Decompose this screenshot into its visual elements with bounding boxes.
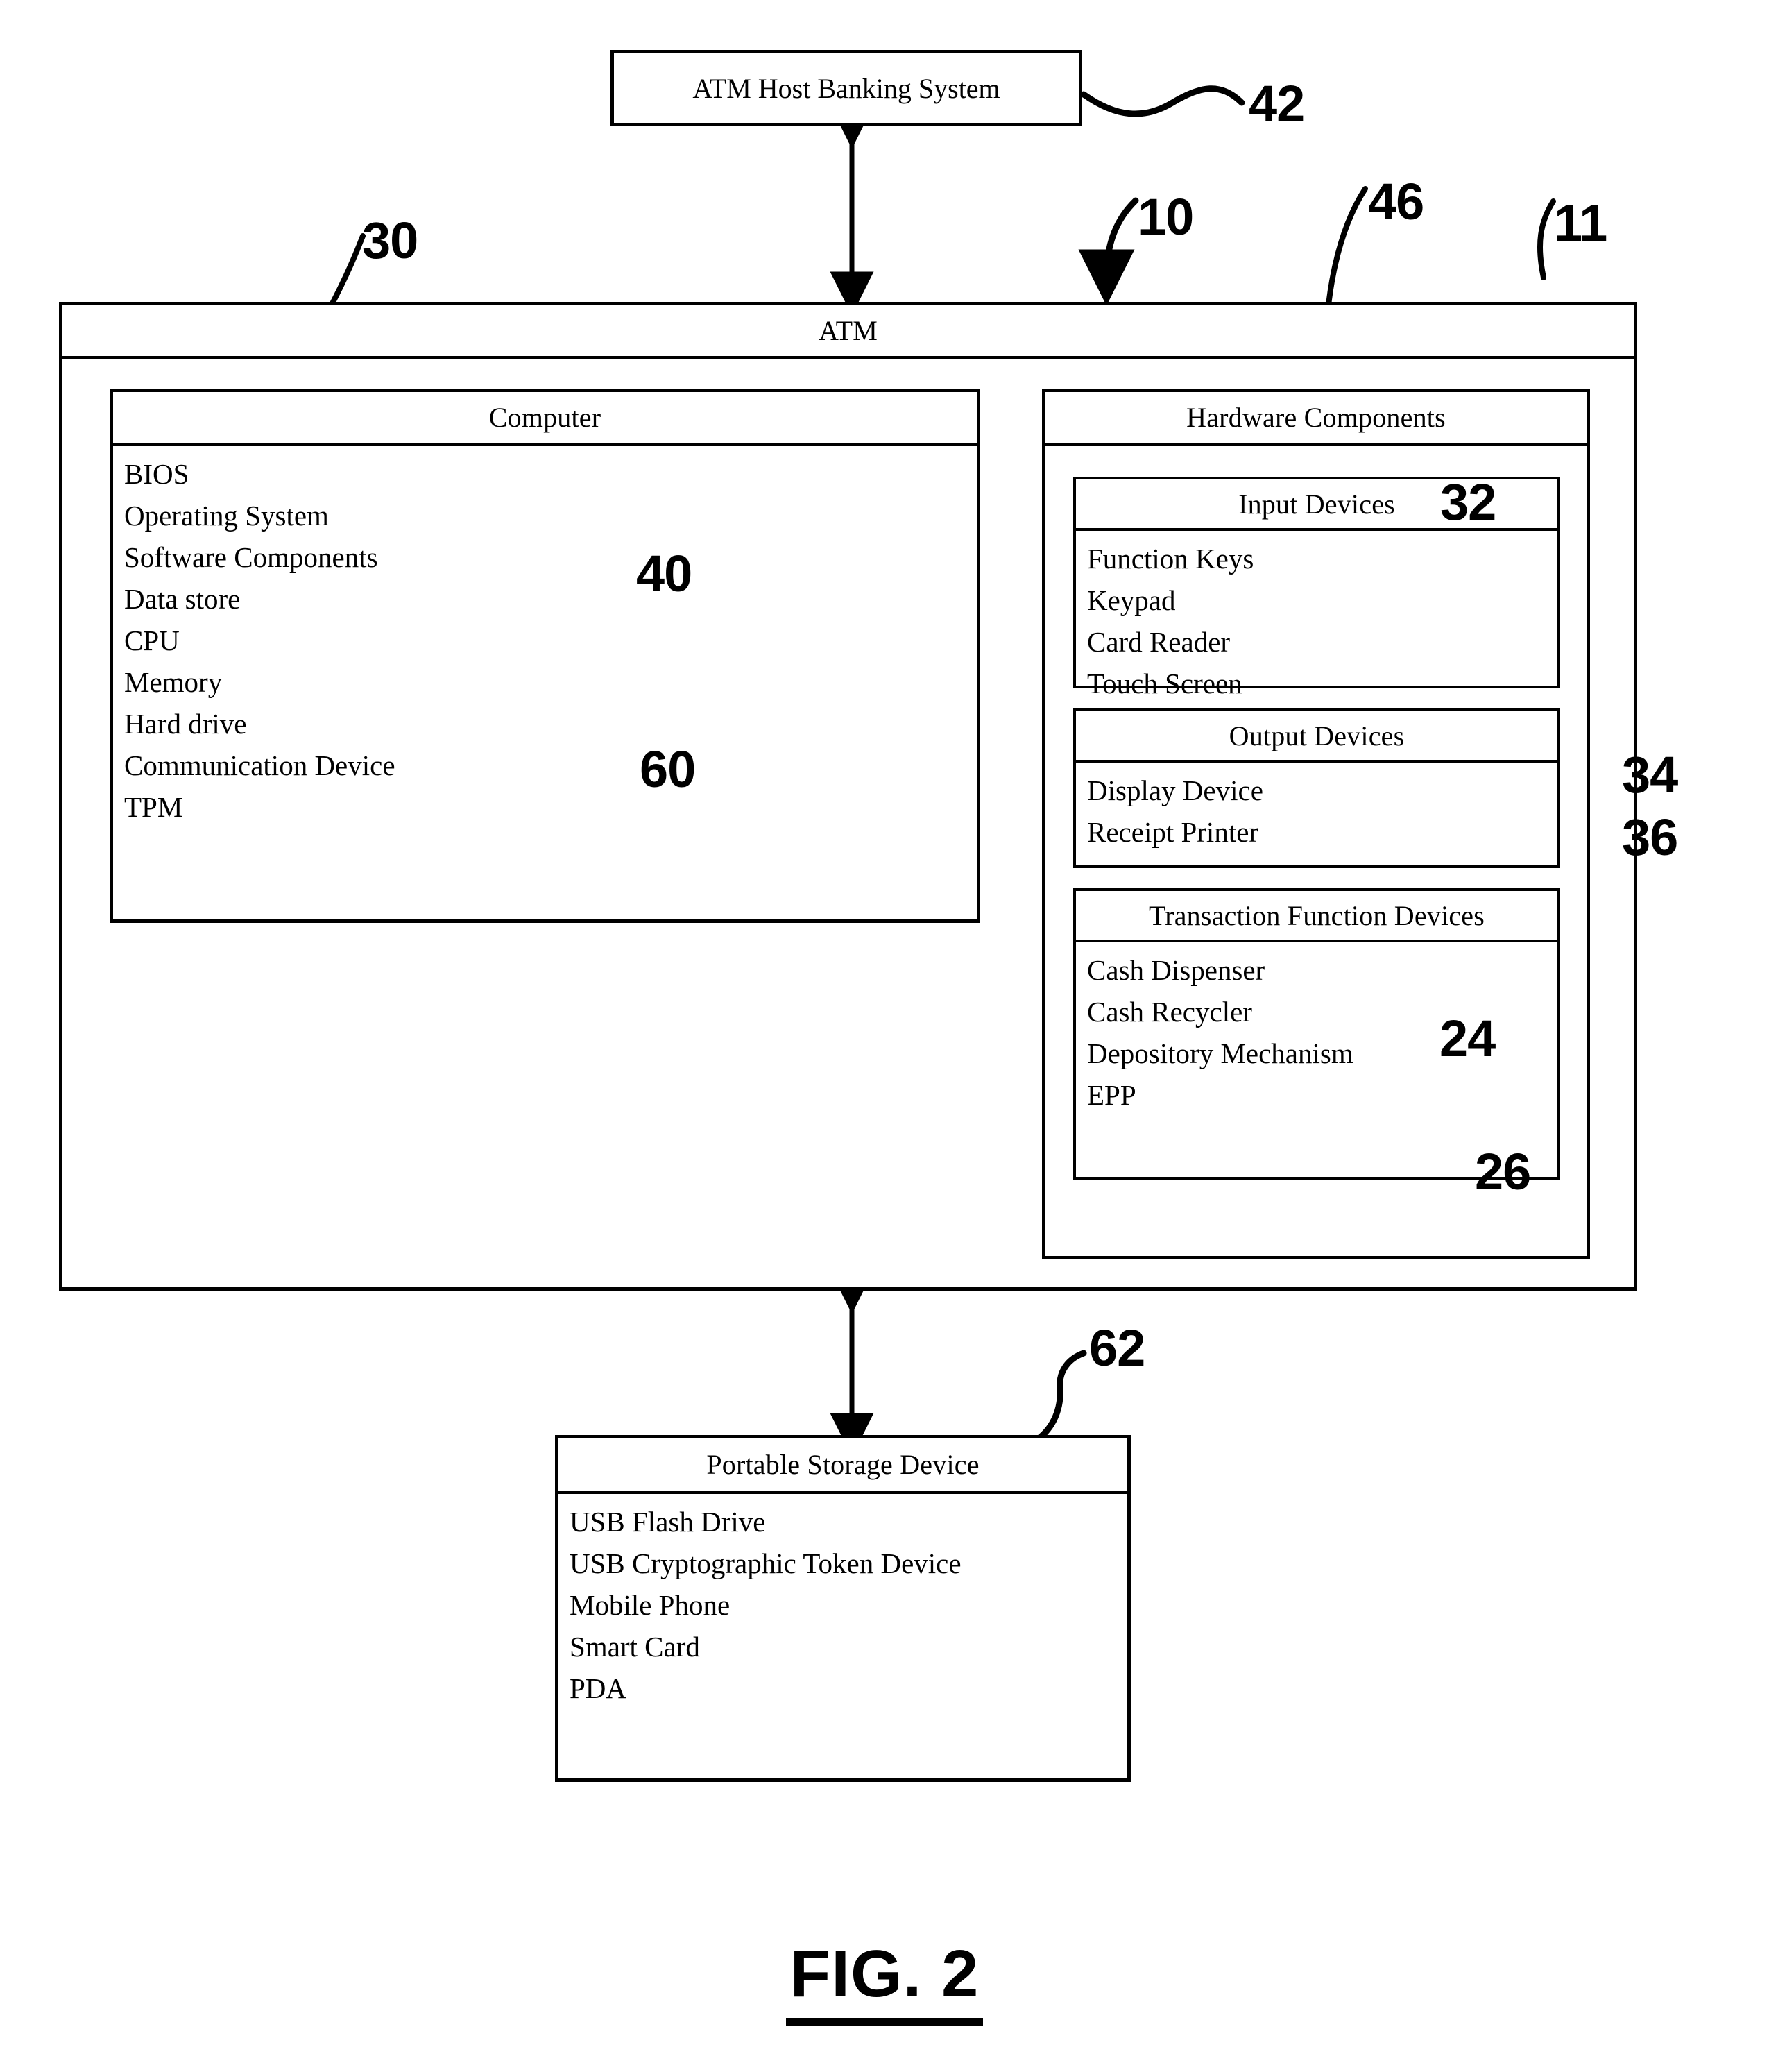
list-item: Memory xyxy=(124,666,223,698)
ref-26: 26 xyxy=(1475,1143,1531,1200)
list-item: Display Device xyxy=(1087,774,1263,806)
list-item: CPU xyxy=(124,625,180,656)
figure-caption: FIG. 2 xyxy=(0,1936,1769,2026)
list-item: Touch Screen xyxy=(1087,668,1242,699)
computer-box: Computer BIOS Operating System Software … xyxy=(110,389,980,923)
list-item: Software Components xyxy=(124,541,378,573)
patent-figure-page: ATM Host Banking System 42 30 10 46 11 A… xyxy=(0,0,1769,2072)
ref-30: 30 xyxy=(362,212,418,269)
ref-32: 32 xyxy=(1440,473,1496,531)
transaction-function-devices-title: Transaction Function Devices xyxy=(1148,899,1485,931)
output-devices-title: Output Devices xyxy=(1229,720,1405,751)
ref-24: 24 xyxy=(1439,1010,1496,1067)
portable-storage-device-item-list: USB Flash Drive USB Cryptographic Token … xyxy=(558,1494,1127,1778)
ref-11: 11 xyxy=(1554,194,1607,252)
list-item: USB Cryptographic Token Device xyxy=(570,1547,962,1579)
hardware-components-box: Hardware Components Input Devices Functi… xyxy=(1042,389,1590,1259)
list-item: PDA xyxy=(570,1672,627,1704)
list-item: Operating System xyxy=(124,500,329,532)
ref-42: 42 xyxy=(1249,75,1305,133)
ref-62: 62 xyxy=(1089,1319,1145,1377)
output-devices-box: Output Devices Display Device Receipt Pr… xyxy=(1073,708,1560,868)
portable-storage-device-title-bar: Portable Storage Device xyxy=(558,1438,1127,1494)
ref-10: 10 xyxy=(1138,188,1194,246)
computer-title: Computer xyxy=(488,402,601,433)
atm-host-banking-system-title: ATM Host Banking System xyxy=(692,72,1000,104)
atm-outer-box: ATM Computer BIOS Operating System Softw… xyxy=(59,302,1637,1291)
list-item: Smart Card xyxy=(570,1631,700,1663)
ref-34: 34 xyxy=(1622,746,1678,804)
leader-10 xyxy=(1078,197,1139,306)
figure-caption-text: FIG. 2 xyxy=(785,1937,984,2026)
input-devices-item-list: Function Keys Keypad Card Reader Touch S… xyxy=(1076,531,1557,699)
list-item: Data store xyxy=(124,583,241,615)
list-item: Cash Dispenser xyxy=(1087,954,1265,986)
leader-42 xyxy=(1080,85,1245,117)
atm-host-banking-system-box: ATM Host Banking System xyxy=(610,50,1082,126)
list-item: BIOS xyxy=(124,458,189,490)
list-item: USB Flash Drive xyxy=(570,1506,766,1538)
atm-title-bar: ATM xyxy=(62,305,1634,359)
leader-11 xyxy=(1537,198,1556,280)
list-item: Communication Device xyxy=(124,749,395,781)
list-item: TPM xyxy=(124,791,183,823)
output-devices-title-bar: Output Devices xyxy=(1076,711,1557,763)
portable-storage-device-box: Portable Storage Device USB Flash Drive … xyxy=(555,1435,1131,1782)
computer-title-bar: Computer xyxy=(113,392,977,446)
list-item: Receipt Printer xyxy=(1087,816,1259,848)
atm-title: ATM xyxy=(818,315,878,346)
ref-36: 36 xyxy=(1622,808,1678,866)
list-item: Hard drive xyxy=(124,708,247,740)
portable-storage-device-title: Portable Storage Device xyxy=(706,1449,980,1480)
list-item: Card Reader xyxy=(1087,626,1231,658)
hardware-components-title-bar: Hardware Components xyxy=(1045,392,1587,446)
list-item: Function Keys xyxy=(1087,543,1254,575)
ref-46: 46 xyxy=(1368,173,1424,230)
list-item: Keypad xyxy=(1087,584,1176,616)
leader-62 xyxy=(1034,1350,1087,1443)
input-devices-title: Input Devices xyxy=(1238,488,1395,520)
computer-item-list: BIOS Operating System Software Component… xyxy=(113,446,977,919)
list-item: Mobile Phone xyxy=(570,1589,730,1621)
list-item: EPP xyxy=(1087,1079,1136,1111)
transaction-function-devices-title-bar: Transaction Function Devices xyxy=(1076,891,1557,942)
output-devices-item-list: Display Device Receipt Printer xyxy=(1076,763,1557,865)
ref-60: 60 xyxy=(640,740,696,798)
hardware-components-title: Hardware Components xyxy=(1186,402,1446,433)
ref-40: 40 xyxy=(636,545,692,602)
